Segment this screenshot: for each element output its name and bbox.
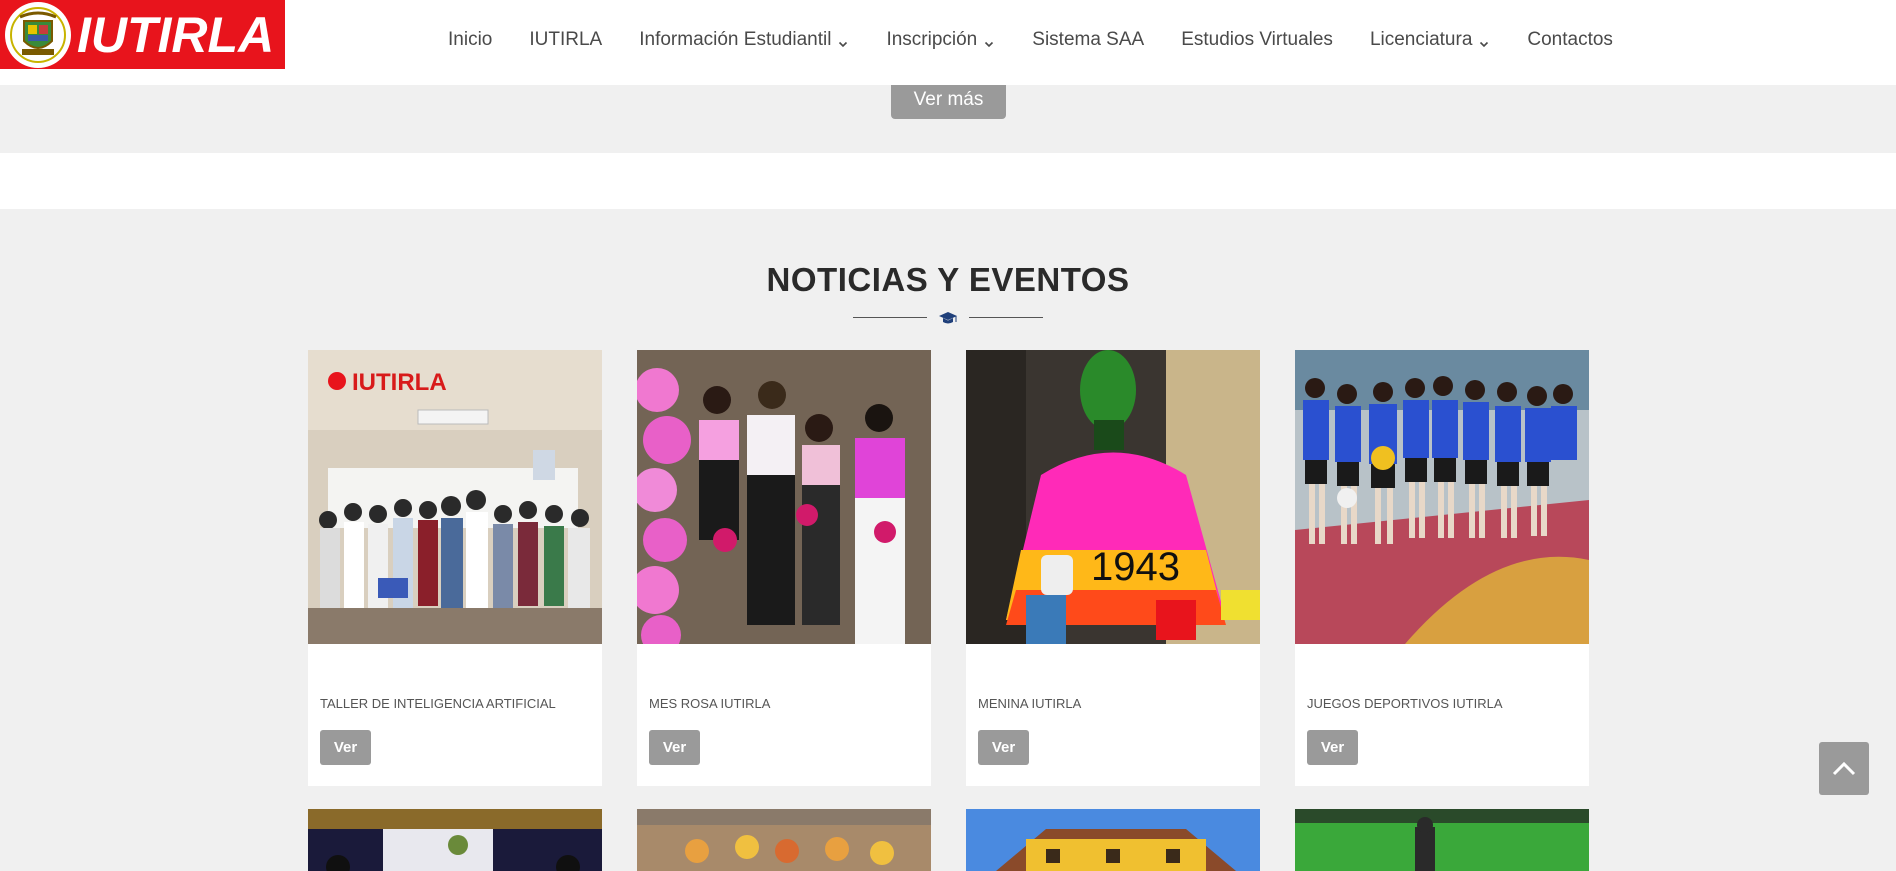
divider-line [853, 317, 927, 318]
nav-label: Licenciatura [1369, 29, 1473, 50]
main-nav: Inicio IUTIRLA Información Estudiantil I… [448, 0, 1613, 80]
nav-licenciatura[interactable]: Licenciatura [1370, 29, 1490, 51]
news-card: IUTIRLA TALLER DE INTELIGENCIA ARTIFICIA… [308, 350, 602, 786]
nav-inicio[interactable]: Inicio [448, 29, 492, 51]
ver-button[interactable]: Ver [978, 730, 1029, 765]
news-card: 1943 MENINA IUTIRLA Ver [966, 350, 1260, 786]
chevron-up-icon [1832, 761, 1856, 775]
section-title: NOTICIAS Y EVENTOS [766, 261, 1130, 298]
ver-button[interactable]: Ver [649, 730, 700, 765]
news-card: JUEGOS DEPORTIVOS IUTIRLA Ver [1295, 350, 1589, 786]
nav-contactos[interactable]: Contactos [1527, 29, 1613, 51]
photo-sign-text: IUTIRLA [352, 369, 447, 396]
news-caption: MENINA IUTIRLA [978, 696, 1082, 711]
news-card-partial[interactable] [637, 809, 931, 871]
news-caption: JUEGOS DEPORTIVOS IUTIRLA [1307, 696, 1503, 711]
logo-text: IUTIRLA [77, 6, 275, 63]
news-caption: TALLER DE INTELIGENCIA ARTIFICIAL [320, 696, 556, 711]
section-spacer [0, 153, 1896, 209]
news-card-partial[interactable] [1295, 809, 1589, 871]
nav-label: Información Estudiantil [639, 29, 832, 50]
nav-iutirla[interactable]: IUTIRLA [529, 29, 602, 51]
ver-mas-button[interactable]: Ver más [891, 80, 1006, 119]
nav-informacion-estudiantil[interactable]: Información Estudiantil [639, 29, 849, 51]
site-logo[interactable]: IUTIRLA [0, 0, 285, 69]
site-header: IUTIRLA Inicio IUTIRLA Información Estud… [0, 0, 1896, 85]
news-card: MES ROSA IUTIRLA Ver [637, 350, 931, 786]
nav-label: Inicio [448, 29, 493, 50]
chevron-down-icon [837, 34, 849, 48]
logo-emblem-icon [5, 1, 71, 68]
nav-label: Estudios Virtuales [1181, 29, 1333, 50]
nav-inscripcion[interactable]: Inscripción [886, 29, 995, 51]
nav-label: Contactos [1527, 29, 1613, 50]
news-photo[interactable]: IUTIRLA [308, 350, 602, 644]
news-caption: MES ROSA IUTIRLA [649, 696, 771, 711]
nav-label: Inscripción [886, 29, 978, 50]
news-photo[interactable] [637, 350, 931, 644]
nav-label: IUTIRLA [529, 29, 603, 50]
ver-button[interactable]: Ver [1307, 730, 1358, 765]
divider-line [969, 317, 1043, 318]
news-events-section: NOTICIAS Y EVENTOS IUTIRLA TALLER DE INT… [0, 209, 1896, 871]
chevron-down-icon [1478, 34, 1490, 48]
nav-label: Sistema SAA [1032, 29, 1145, 50]
nav-sistema-saa[interactable]: Sistema SAA [1032, 29, 1144, 51]
news-card-partial[interactable] [308, 809, 602, 871]
news-card-partial[interactable] [966, 809, 1260, 871]
scroll-to-top-button[interactable] [1819, 742, 1869, 795]
ver-button[interactable]: Ver [320, 730, 371, 765]
nav-estudios-virtuales[interactable]: Estudios Virtuales [1181, 29, 1333, 51]
graduation-cap-icon [938, 309, 958, 327]
photo-year-text: 1943 [1091, 545, 1180, 589]
chevron-down-icon [983, 34, 995, 48]
title-divider [853, 309, 1043, 329]
news-photo[interactable] [1295, 350, 1589, 644]
news-photo[interactable]: 1943 [966, 350, 1260, 644]
